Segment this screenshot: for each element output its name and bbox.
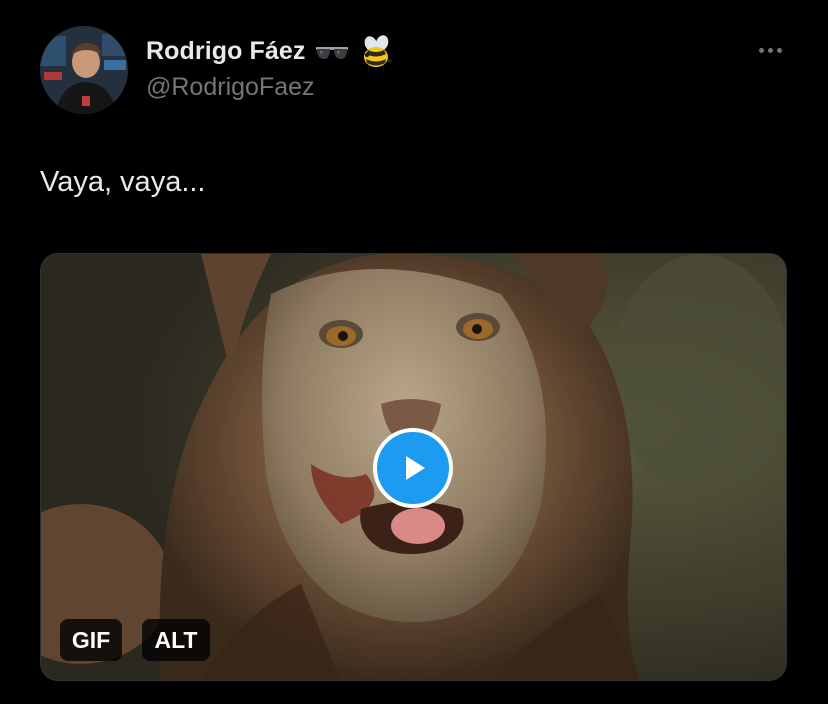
bee-icon — [358, 35, 394, 67]
tweet-card: Rodrigo Fáez @RodrigoFaez Vaya, vaya... … — [0, 0, 828, 704]
more-dot — [758, 47, 764, 53]
more-options-icon[interactable] — [752, 40, 788, 60]
more-dot — [767, 47, 773, 53]
author-handle[interactable]: @RodrigoFaez — [146, 73, 315, 102]
play-button[interactable] — [373, 428, 453, 508]
sunglasses-icon — [314, 35, 350, 67]
play-icon — [406, 456, 425, 480]
avatar-image — [40, 26, 128, 114]
author-name-row[interactable]: Rodrigo Fáez — [146, 33, 394, 69]
alt-text-button[interactable]: ALT — [142, 619, 210, 661]
author-display-name[interactable]: Rodrigo Fáez — [146, 37, 306, 66]
more-dot — [776, 47, 782, 53]
tweet-text: Vaya, vaya... — [40, 166, 206, 198]
avatar[interactable] — [40, 26, 128, 114]
gif-badge: GIF — [60, 619, 122, 661]
